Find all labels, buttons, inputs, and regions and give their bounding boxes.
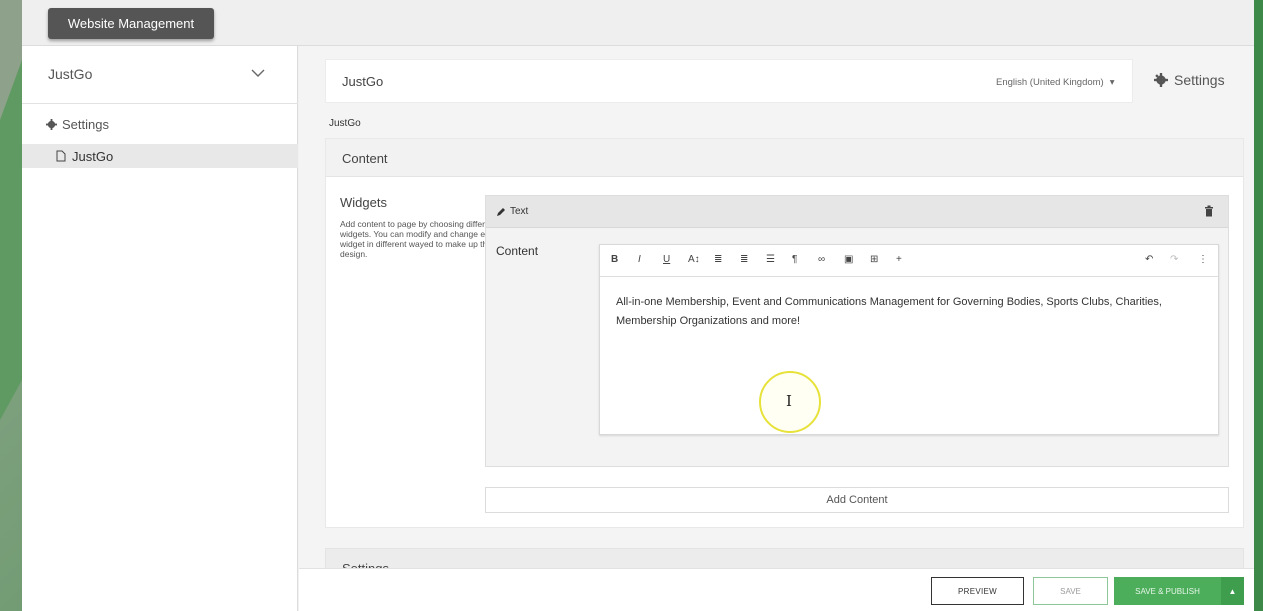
- text-cursor-icon: I: [786, 392, 792, 410]
- widgets-description: Add content to page by choosing differen…: [340, 219, 499, 259]
- save-publish-button[interactable]: SAVE & PUBLISH: [1114, 577, 1221, 605]
- text-size-button[interactable]: A↕: [688, 254, 700, 265]
- publish-options-button[interactable]: ▲: [1221, 577, 1244, 605]
- page-title: JustGo: [342, 74, 384, 89]
- image-button[interactable]: ▣: [844, 254, 853, 265]
- preview-button[interactable]: PREVIEW: [931, 577, 1024, 605]
- text-widget-header[interactable]: Text: [486, 196, 1228, 228]
- table-button[interactable]: ⊞: [870, 254, 878, 265]
- tree-page-label: JustGo: [72, 148, 114, 164]
- tree-item-page[interactable]: JustGo: [22, 144, 298, 168]
- list-button[interactable]: ☰: [766, 254, 775, 265]
- content-panel: Content Widgets Add content to page by c…: [325, 138, 1244, 528]
- editor-text[interactable]: All-in-one Membership, Event and Communi…: [616, 293, 1206, 331]
- tree-item-settings[interactable]: Settings: [46, 117, 109, 132]
- settings-label: Settings: [1174, 72, 1225, 88]
- page-icon: [56, 150, 66, 162]
- more-button[interactable]: ⋮: [1198, 254, 1208, 265]
- site-name: JustGo: [48, 66, 93, 82]
- text-widget: Text Content B I U A↕ ≣ ≣ ☰ ¶ ∞ ▣ ⊞ + ↶ …: [485, 195, 1229, 467]
- sidebar: JustGo Settings JustGo: [22, 46, 298, 611]
- language-select[interactable]: English (United Kingdom) ▾: [996, 77, 1115, 88]
- app-window: Website Management JustGo Settings JustG…: [22, 0, 1254, 611]
- underline-button[interactable]: U: [663, 254, 670, 265]
- content-panel-header[interactable]: Content: [326, 139, 1243, 177]
- footer-actions: PREVIEW SAVE SAVE & PUBLISH ▲: [299, 568, 1254, 611]
- trash-icon[interactable]: [1204, 205, 1214, 217]
- breadcrumb: JustGo: [329, 118, 361, 129]
- save-button[interactable]: SAVE: [1033, 577, 1108, 605]
- gear-icon: [46, 119, 57, 130]
- link-button[interactable]: ∞: [818, 254, 825, 265]
- content-panel-title: Content: [342, 151, 388, 166]
- italic-button[interactable]: I: [638, 254, 641, 265]
- widgets-title: Widgets: [340, 195, 387, 210]
- main-content: JustGo English (United Kingdom) ▾ Settin…: [299, 46, 1254, 611]
- chevron-down-icon: [251, 69, 265, 77]
- add-content-button[interactable]: Add Content: [485, 487, 1229, 513]
- page-header: JustGo English (United Kingdom) ▾: [325, 59, 1133, 103]
- align-center-button[interactable]: ≣: [740, 254, 748, 265]
- widget-type-label: Text: [496, 206, 528, 217]
- redo-button[interactable]: ↷: [1170, 254, 1178, 265]
- bold-button[interactable]: B: [611, 254, 618, 265]
- top-bar: Website Management: [22, 0, 1254, 46]
- tree-settings-label: Settings: [62, 117, 109, 132]
- caret-down-icon: ▾: [1109, 77, 1115, 88]
- align-left-button[interactable]: ≣: [714, 254, 722, 265]
- paragraph-button[interactable]: ¶: [792, 254, 797, 265]
- undo-button[interactable]: ↶: [1145, 254, 1153, 265]
- widget-type-text: Text: [510, 206, 529, 217]
- language-label: English (United Kingdom): [996, 77, 1104, 88]
- site-selector[interactable]: JustGo: [22, 46, 298, 104]
- editor-toolbar: B I U A↕ ≣ ≣ ☰ ¶ ∞ ▣ ⊞ + ↶ ↷ ⋮: [600, 245, 1218, 277]
- settings-button[interactable]: Settings: [1154, 72, 1225, 88]
- content-field-label: Content: [496, 244, 539, 258]
- rich-text-editor[interactable]: B I U A↕ ≣ ≣ ☰ ¶ ∞ ▣ ⊞ + ↶ ↷ ⋮ All-in-on…: [599, 244, 1219, 435]
- insert-button[interactable]: +: [896, 254, 902, 265]
- website-management-button[interactable]: Website Management: [48, 8, 214, 39]
- gear-icon: [1154, 73, 1168, 87]
- pencil-icon: [497, 207, 505, 216]
